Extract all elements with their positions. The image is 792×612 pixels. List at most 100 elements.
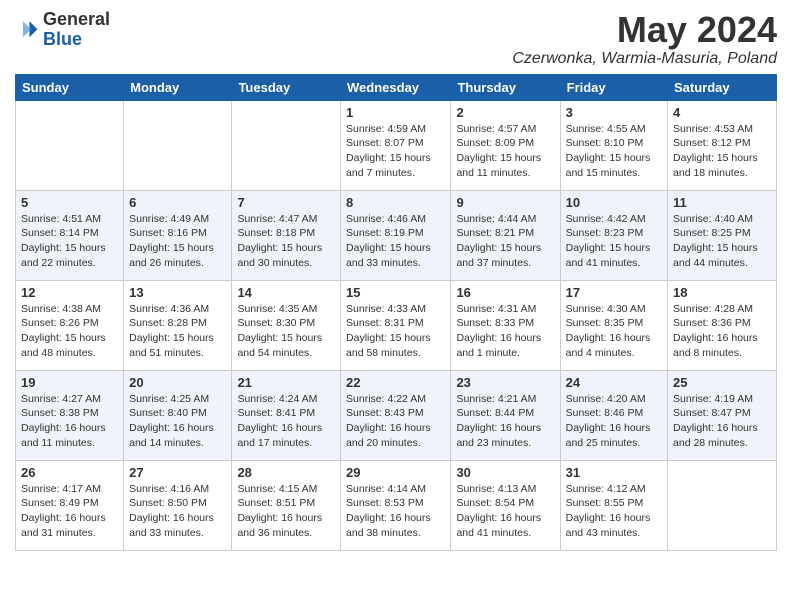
day-header-monday: Monday bbox=[124, 74, 232, 100]
calendar-cell: 8 Sunrise: 4:46 AM Sunset: 8:19 PM Daylig… bbox=[341, 190, 451, 280]
day-info: Sunrise: 4:27 AM Sunset: 8:38 PM Dayligh… bbox=[21, 392, 118, 451]
calendar-table: SundayMondayTuesdayWednesdayThursdayFrid… bbox=[15, 74, 777, 551]
calendar-cell: 4 Sunrise: 4:53 AM Sunset: 8:12 PM Daylig… bbox=[668, 100, 777, 190]
day-number: 23 bbox=[456, 375, 554, 390]
day-number: 8 bbox=[346, 195, 445, 210]
day-info: Sunrise: 4:38 AM Sunset: 8:26 PM Dayligh… bbox=[21, 302, 118, 361]
day-info: Sunrise: 4:19 AM Sunset: 8:47 PM Dayligh… bbox=[673, 392, 771, 451]
day-number: 11 bbox=[673, 195, 771, 210]
day-number: 19 bbox=[21, 375, 118, 390]
day-info: Sunrise: 4:44 AM Sunset: 8:21 PM Dayligh… bbox=[456, 212, 554, 271]
calendar-cell bbox=[16, 100, 124, 190]
day-number: 2 bbox=[456, 105, 554, 120]
day-info: Sunrise: 4:35 AM Sunset: 8:30 PM Dayligh… bbox=[237, 302, 335, 361]
day-info: Sunrise: 4:31 AM Sunset: 8:33 PM Dayligh… bbox=[456, 302, 554, 361]
day-number: 28 bbox=[237, 465, 335, 480]
calendar-cell: 7 Sunrise: 4:47 AM Sunset: 8:18 PM Daylig… bbox=[232, 190, 341, 280]
calendar-cell: 17Sunrise: 4:30 AM Sunset: 8:35 PM Dayli… bbox=[560, 280, 667, 370]
day-info: Sunrise: 4:15 AM Sunset: 8:51 PM Dayligh… bbox=[237, 482, 335, 541]
day-number: 22 bbox=[346, 375, 445, 390]
logo-general-text: General bbox=[43, 10, 110, 30]
day-header-friday: Friday bbox=[560, 74, 667, 100]
calendar-cell: 26 Sunrise: 4:17 AM Sunset: 8:49 PM Dayli… bbox=[16, 460, 124, 550]
calendar-cell: 31Sunrise: 4:12 AM Sunset: 8:55 PM Dayli… bbox=[560, 460, 667, 550]
calendar-cell: 27Sunrise: 4:16 AM Sunset: 8:50 PM Dayli… bbox=[124, 460, 232, 550]
day-number: 6 bbox=[129, 195, 226, 210]
calendar-body: 1Sunrise: 4:59 AM Sunset: 8:07 PM Daylig… bbox=[16, 100, 777, 550]
calendar-cell: 14 Sunrise: 4:35 AM Sunset: 8:30 PM Dayli… bbox=[232, 280, 341, 370]
calendar-cell: 21Sunrise: 4:24 AM Sunset: 8:41 PM Dayli… bbox=[232, 370, 341, 460]
day-number: 24 bbox=[566, 375, 662, 390]
logo-icon bbox=[15, 18, 39, 42]
calendar-cell: 5 Sunrise: 4:51 AM Sunset: 8:14 PM Daylig… bbox=[16, 190, 124, 280]
day-info: Sunrise: 4:51 AM Sunset: 8:14 PM Dayligh… bbox=[21, 212, 118, 271]
page-header: General Blue May 2024 Czerwonka, Warmia-… bbox=[15, 10, 777, 68]
calendar-cell: 3 Sunrise: 4:55 AM Sunset: 8:10 PM Daylig… bbox=[560, 100, 667, 190]
calendar-cell: 13Sunrise: 4:36 AM Sunset: 8:28 PM Dayli… bbox=[124, 280, 232, 370]
day-number: 3 bbox=[566, 105, 662, 120]
day-info: Sunrise: 4:21 AM Sunset: 8:44 PM Dayligh… bbox=[456, 392, 554, 451]
calendar-cell: 25Sunrise: 4:19 AM Sunset: 8:47 PM Dayli… bbox=[668, 370, 777, 460]
day-number: 5 bbox=[21, 195, 118, 210]
calendar-cell: 15 Sunrise: 4:33 AM Sunset: 8:31 PM Dayli… bbox=[341, 280, 451, 370]
day-info: Sunrise: 4:13 AM Sunset: 8:54 PM Dayligh… bbox=[456, 482, 554, 541]
day-info: Sunrise: 4:17 AM Sunset: 8:49 PM Dayligh… bbox=[21, 482, 118, 541]
day-info: Sunrise: 4:16 AM Sunset: 8:50 PM Dayligh… bbox=[129, 482, 226, 541]
calendar-cell bbox=[668, 460, 777, 550]
day-header-thursday: Thursday bbox=[451, 74, 560, 100]
day-number: 15 bbox=[346, 285, 445, 300]
calendar-cell: 29Sunrise: 4:14 AM Sunset: 8:53 PM Dayli… bbox=[341, 460, 451, 550]
calendar-header-row: SundayMondayTuesdayWednesdayThursdayFrid… bbox=[16, 74, 777, 100]
day-info: Sunrise: 4:22 AM Sunset: 8:43 PM Dayligh… bbox=[346, 392, 445, 451]
day-number: 20 bbox=[129, 375, 226, 390]
day-info: Sunrise: 4:33 AM Sunset: 8:31 PM Dayligh… bbox=[346, 302, 445, 361]
day-number: 9 bbox=[456, 195, 554, 210]
title-block: May 2024 Czerwonka, Warmia-Masuria, Pola… bbox=[512, 10, 777, 68]
day-info: Sunrise: 4:46 AM Sunset: 8:19 PM Dayligh… bbox=[346, 212, 445, 271]
day-number: 17 bbox=[566, 285, 662, 300]
day-number: 18 bbox=[673, 285, 771, 300]
calendar-cell: 9 Sunrise: 4:44 AM Sunset: 8:21 PM Daylig… bbox=[451, 190, 560, 280]
day-info: Sunrise: 4:55 AM Sunset: 8:10 PM Dayligh… bbox=[566, 122, 662, 181]
calendar-cell: 30Sunrise: 4:13 AM Sunset: 8:54 PM Dayli… bbox=[451, 460, 560, 550]
day-info: Sunrise: 4:47 AM Sunset: 8:18 PM Dayligh… bbox=[237, 212, 335, 271]
calendar-cell: 19 Sunrise: 4:27 AM Sunset: 8:38 PM Dayli… bbox=[16, 370, 124, 460]
day-info: Sunrise: 4:40 AM Sunset: 8:25 PM Dayligh… bbox=[673, 212, 771, 271]
calendar-cell: 18 Sunrise: 4:28 AM Sunset: 8:36 PM Dayli… bbox=[668, 280, 777, 370]
day-number: 7 bbox=[237, 195, 335, 210]
day-number: 1 bbox=[346, 105, 445, 120]
day-info: Sunrise: 4:25 AM Sunset: 8:40 PM Dayligh… bbox=[129, 392, 226, 451]
calendar-cell: 28 Sunrise: 4:15 AM Sunset: 8:51 PM Dayli… bbox=[232, 460, 341, 550]
day-number: 31 bbox=[566, 465, 662, 480]
week-row-3: 12 Sunrise: 4:38 AM Sunset: 8:26 PM Dayli… bbox=[16, 280, 777, 370]
day-number: 29 bbox=[346, 465, 445, 480]
calendar-cell: 1Sunrise: 4:59 AM Sunset: 8:07 PM Daylig… bbox=[341, 100, 451, 190]
week-row-5: 26 Sunrise: 4:17 AM Sunset: 8:49 PM Dayli… bbox=[16, 460, 777, 550]
calendar-cell: 11 Sunrise: 4:40 AM Sunset: 8:25 PM Dayli… bbox=[668, 190, 777, 280]
day-header-sunday: Sunday bbox=[16, 74, 124, 100]
day-info: Sunrise: 4:28 AM Sunset: 8:36 PM Dayligh… bbox=[673, 302, 771, 361]
day-number: 26 bbox=[21, 465, 118, 480]
day-header-tuesday: Tuesday bbox=[232, 74, 341, 100]
calendar-cell: 24Sunrise: 4:20 AM Sunset: 8:46 PM Dayli… bbox=[560, 370, 667, 460]
day-number: 12 bbox=[21, 285, 118, 300]
day-info: Sunrise: 4:53 AM Sunset: 8:12 PM Dayligh… bbox=[673, 122, 771, 181]
day-number: 21 bbox=[237, 375, 335, 390]
day-header-saturday: Saturday bbox=[668, 74, 777, 100]
calendar-cell: 6Sunrise: 4:49 AM Sunset: 8:16 PM Daylig… bbox=[124, 190, 232, 280]
calendar-cell: 2 Sunrise: 4:57 AM Sunset: 8:09 PM Daylig… bbox=[451, 100, 560, 190]
calendar-cell: 12 Sunrise: 4:38 AM Sunset: 8:26 PM Dayli… bbox=[16, 280, 124, 370]
day-info: Sunrise: 4:42 AM Sunset: 8:23 PM Dayligh… bbox=[566, 212, 662, 271]
day-number: 16 bbox=[456, 285, 554, 300]
day-number: 10 bbox=[566, 195, 662, 210]
day-info: Sunrise: 4:36 AM Sunset: 8:28 PM Dayligh… bbox=[129, 302, 226, 361]
day-info: Sunrise: 4:57 AM Sunset: 8:09 PM Dayligh… bbox=[456, 122, 554, 181]
month-title: May 2024 bbox=[512, 10, 777, 50]
day-number: 14 bbox=[237, 285, 335, 300]
logo: General Blue bbox=[15, 10, 110, 50]
week-row-2: 5 Sunrise: 4:51 AM Sunset: 8:14 PM Daylig… bbox=[16, 190, 777, 280]
calendar-cell bbox=[232, 100, 341, 190]
day-header-wednesday: Wednesday bbox=[341, 74, 451, 100]
calendar-cell: 20 Sunrise: 4:25 AM Sunset: 8:40 PM Dayli… bbox=[124, 370, 232, 460]
day-number: 4 bbox=[673, 105, 771, 120]
